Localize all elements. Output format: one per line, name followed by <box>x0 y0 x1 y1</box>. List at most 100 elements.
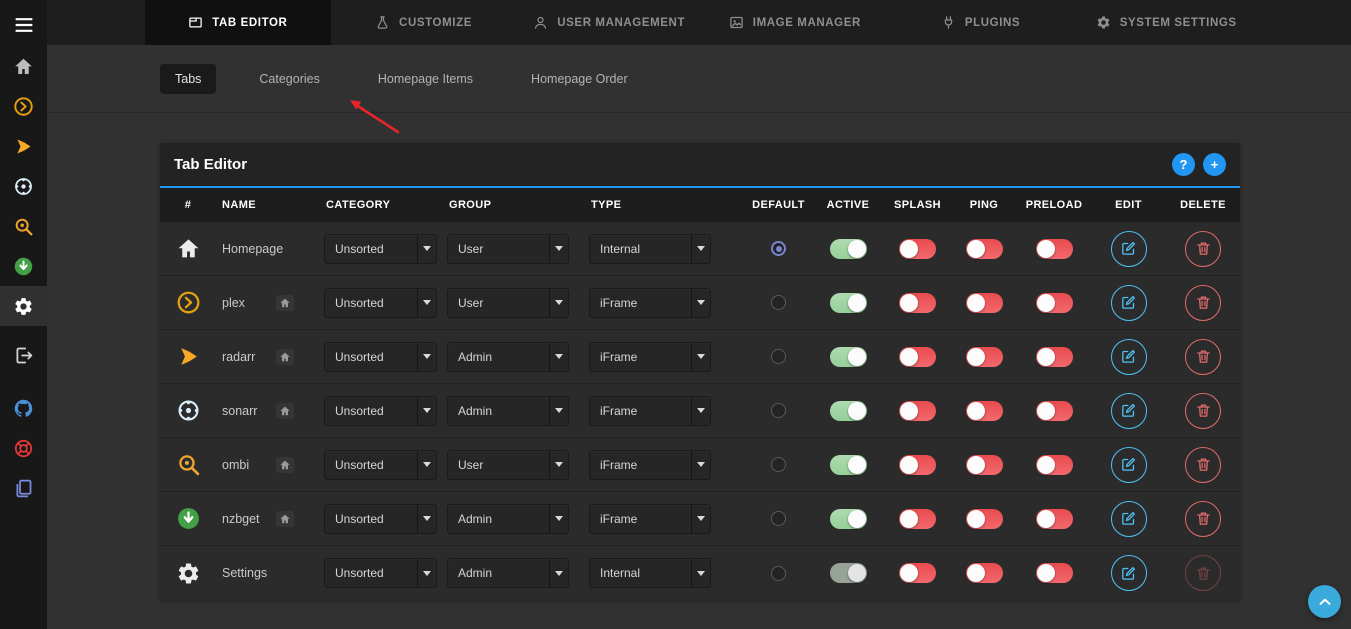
active-toggle[interactable] <box>830 401 867 421</box>
top-tab-customize[interactable]: CUSTOMIZE <box>331 0 517 45</box>
preload-toggle[interactable] <box>1036 401 1073 421</box>
top-tab-image-manager[interactable]: IMAGE MANAGER <box>702 0 888 45</box>
delete-button[interactable] <box>1185 393 1221 429</box>
sidebar-item-nzbget[interactable] <box>0 246 47 286</box>
top-tab-plugins[interactable]: PLUGINS <box>888 0 1074 45</box>
preload-toggle[interactable] <box>1036 509 1073 529</box>
group-select[interactable]: Admin <box>447 504 569 534</box>
splash-toggle[interactable] <box>899 293 936 313</box>
add-tab-button[interactable]: + <box>1203 153 1226 176</box>
group-select[interactable]: Admin <box>447 396 569 426</box>
help-button[interactable]: ? <box>1172 153 1195 176</box>
splash-toggle[interactable] <box>899 563 936 583</box>
active-toggle[interactable] <box>830 347 867 367</box>
subnav-item-categories[interactable]: Categories <box>244 64 334 94</box>
active-toggle[interactable] <box>830 509 867 529</box>
edit-button[interactable] <box>1111 339 1147 375</box>
group-select[interactable]: Admin <box>447 558 569 588</box>
category-select[interactable]: Unsorted <box>324 342 437 372</box>
default-radio[interactable] <box>771 241 786 256</box>
sidebar-item-logout[interactable] <box>0 335 47 375</box>
preload-toggle[interactable] <box>1036 455 1073 475</box>
active-toggle[interactable] <box>830 239 867 259</box>
type-select[interactable]: iFrame <box>589 396 711 426</box>
delete-button[interactable] <box>1185 501 1221 537</box>
subnav-item-tabs[interactable]: Tabs <box>160 64 216 94</box>
edit-button[interactable] <box>1111 231 1147 267</box>
delete-button[interactable] <box>1185 447 1221 483</box>
group-select[interactable]: User <box>447 450 569 480</box>
ping-toggle[interactable] <box>966 401 1003 421</box>
edit-button[interactable] <box>1111 447 1147 483</box>
preload-toggle[interactable] <box>1036 563 1073 583</box>
subnav-item-homepage-items[interactable]: Homepage Items <box>363 64 488 94</box>
category-select[interactable]: Unsorted <box>324 450 437 480</box>
active-toggle[interactable] <box>830 563 867 583</box>
ping-toggle[interactable] <box>966 347 1003 367</box>
sidebar-item-plex[interactable] <box>0 86 47 126</box>
delete-button[interactable] <box>1185 339 1221 375</box>
type-select[interactable]: Internal <box>589 234 711 264</box>
type-select[interactable]: iFrame <box>589 342 711 372</box>
scroll-to-top-button[interactable] <box>1308 585 1341 618</box>
preload-toggle[interactable] <box>1036 239 1073 259</box>
preload-toggle[interactable] <box>1036 293 1073 313</box>
category-select[interactable]: Unsorted <box>324 234 437 264</box>
gear-icon <box>1096 15 1111 30</box>
delete-button[interactable] <box>1185 285 1221 321</box>
top-tab-tab-editor[interactable]: TAB EDITOR <box>145 0 331 45</box>
caret-down-icon <box>691 397 710 425</box>
ping-toggle[interactable] <box>966 239 1003 259</box>
category-select[interactable]: Unsorted <box>324 396 437 426</box>
sidebar-item-github[interactable] <box>0 388 47 428</box>
type-select[interactable]: iFrame <box>589 288 711 318</box>
type-select[interactable]: iFrame <box>589 450 711 480</box>
splash-toggle[interactable] <box>899 239 936 259</box>
edit-button[interactable] <box>1111 393 1147 429</box>
group-select[interactable]: Admin <box>447 342 569 372</box>
active-toggle[interactable] <box>830 455 867 475</box>
splash-toggle[interactable] <box>899 455 936 475</box>
top-tab-user-management[interactable]: USER MANAGEMENT <box>516 0 702 45</box>
default-radio[interactable] <box>771 349 786 364</box>
sidebar-item-radarr[interactable] <box>0 126 47 166</box>
subnav-item-homepage-order[interactable]: Homepage Order <box>516 64 643 94</box>
active-toggle[interactable] <box>830 293 867 313</box>
table-row-nzbget: nzbgetUnsortedAdminiFrame <box>160 492 1240 546</box>
ping-toggle[interactable] <box>966 455 1003 475</box>
edit-button[interactable] <box>1111 501 1147 537</box>
top-tab-system-settings[interactable]: SYSTEM SETTINGS <box>1073 0 1259 45</box>
delete-button[interactable] <box>1185 231 1221 267</box>
default-radio[interactable] <box>771 511 786 526</box>
category-select[interactable]: Unsorted <box>324 288 437 318</box>
type-select[interactable]: iFrame <box>589 504 711 534</box>
sidebar-item-sonarr[interactable] <box>0 166 47 206</box>
sidebar-item-settings[interactable] <box>0 286 47 326</box>
sidebar-item-menu[interactable] <box>0 4 47 46</box>
default-radio[interactable] <box>771 295 786 310</box>
sidebar-item-home[interactable] <box>0 46 47 86</box>
group-select[interactable]: User <box>447 288 569 318</box>
ping-toggle[interactable] <box>966 509 1003 529</box>
preload-toggle[interactable] <box>1036 347 1073 367</box>
category-select[interactable]: Unsorted <box>324 558 437 588</box>
category-select[interactable]: Unsorted <box>324 504 437 534</box>
splash-toggle[interactable] <box>899 347 936 367</box>
default-radio[interactable] <box>771 403 786 418</box>
sidebar-item-ombi[interactable] <box>0 206 47 246</box>
default-radio[interactable] <box>771 566 786 581</box>
splash-toggle[interactable] <box>899 401 936 421</box>
ping-toggle[interactable] <box>966 563 1003 583</box>
radarr-icon <box>13 136 34 157</box>
group-select[interactable]: User <box>447 234 569 264</box>
delete-button[interactable] <box>1185 555 1221 591</box>
gear-icon <box>13 296 34 317</box>
sidebar-item-support[interactable] <box>0 428 47 468</box>
type-select[interactable]: Internal <box>589 558 711 588</box>
splash-toggle[interactable] <box>899 509 936 529</box>
edit-button[interactable] <box>1111 555 1147 591</box>
default-radio[interactable] <box>771 457 786 472</box>
ping-toggle[interactable] <box>966 293 1003 313</box>
edit-button[interactable] <box>1111 285 1147 321</box>
sidebar-item-pages[interactable] <box>0 468 47 508</box>
